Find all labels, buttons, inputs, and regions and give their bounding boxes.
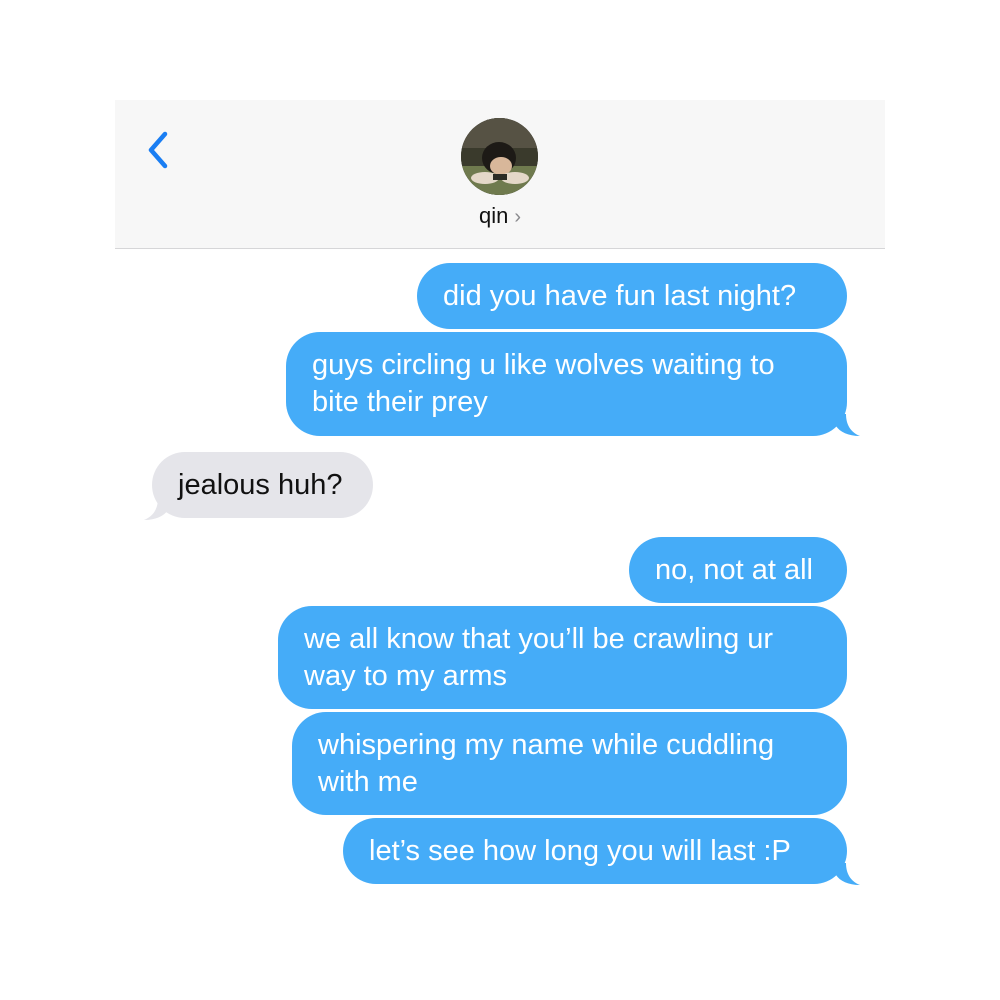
- avatar-photo: [461, 118, 538, 195]
- contact-name-button[interactable]: qin ›: [115, 203, 885, 230]
- message-bubble-sent[interactable]: no, not at all: [629, 537, 847, 603]
- conversation-screen: qin › did you have fun last night? guys c…: [0, 0, 1000, 1000]
- chevron-left-icon: [148, 131, 168, 169]
- conversation-header: qin ›: [115, 100, 885, 249]
- contact-avatar[interactable]: [461, 118, 538, 195]
- message-bubble-sent[interactable]: guys circling u like wolves waiting to b…: [286, 332, 847, 436]
- message-bubble-sent[interactable]: we all know that you’ll be crawling ur w…: [278, 606, 847, 709]
- chevron-right-icon: ›: [514, 206, 522, 228]
- message-text: let’s see how long you will last :P: [369, 834, 791, 867]
- message-bubble-sent[interactable]: did you have fun last night?: [417, 263, 847, 329]
- message-text: jealous huh?: [178, 468, 343, 501]
- back-button[interactable]: [141, 126, 177, 174]
- message-text: we all know that you’ll be crawling ur w…: [304, 622, 774, 692]
- message-bubble-sent[interactable]: let’s see how long you will last :P: [343, 818, 847, 884]
- message-text: no, not at all: [655, 553, 813, 586]
- bubble-tail: [836, 863, 860, 885]
- message-bubble-sent[interactable]: whispering my name while cuddling with m…: [292, 712, 847, 815]
- contact-name: qin: [478, 203, 509, 228]
- bubble-tail: [836, 414, 860, 436]
- message-text: did you have fun last night?: [443, 279, 797, 312]
- message-text: whispering my name while cuddling with m…: [318, 728, 775, 798]
- message-text: guys circling u like wolves waiting to b…: [312, 349, 775, 418]
- bubble-tail: [144, 498, 168, 520]
- message-bubble-received[interactable]: jealous huh?: [152, 452, 373, 518]
